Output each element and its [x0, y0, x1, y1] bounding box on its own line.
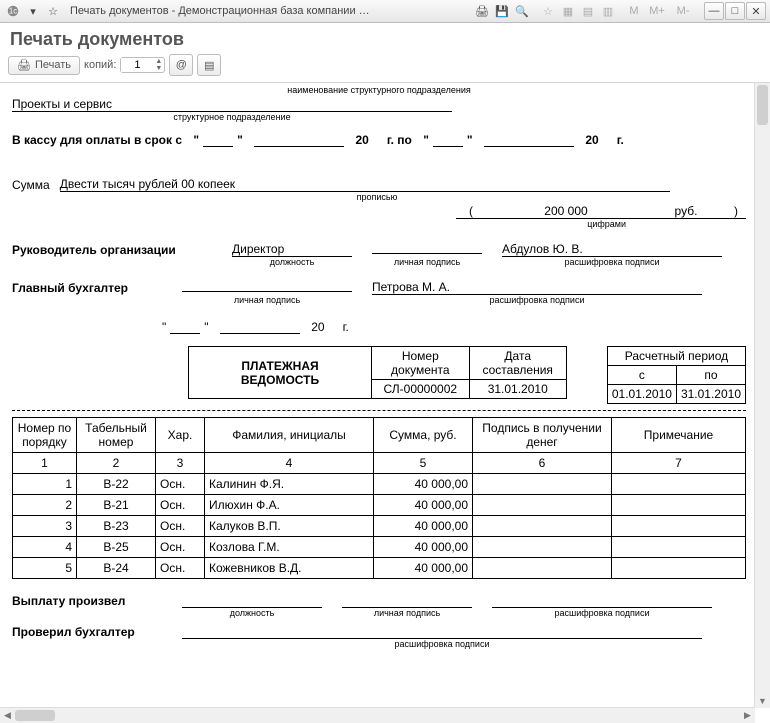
- head-label: Руководитель организации: [12, 243, 212, 257]
- table-row: 1В-22Осн.Калинин Ф.Я.40 000,00: [13, 474, 746, 495]
- divider: [12, 410, 746, 411]
- mem-mminus-icon[interactable]: M-: [671, 2, 695, 20]
- subdivision-caption: наименование структурного подразделения: [12, 85, 746, 95]
- print-button-label: Печать: [35, 59, 71, 71]
- table-row: 4В-25Осн.Козлова Г.М.40 000,00: [13, 537, 746, 558]
- favorite-icon[interactable]: ☆: [539, 2, 557, 20]
- head-name: Абдулов Ю. В.: [502, 242, 722, 257]
- chief-acc-sign: [182, 277, 352, 292]
- vertical-scrollbar[interactable]: ▲ ▼: [754, 83, 770, 708]
- table-row: 3В-23Осн.Калуков В.П.40 000,00: [13, 516, 746, 537]
- chief-acc-name: Петрова М. А.: [372, 280, 702, 295]
- layout-icon: ▤: [204, 59, 214, 72]
- scroll-left-icon[interactable]: ◀: [0, 708, 15, 723]
- close-button[interactable]: ✕: [746, 2, 766, 20]
- payment-prefix: В кассу для оплаты в срок с: [12, 133, 182, 147]
- print-button[interactable]: 🖨 Печать: [8, 56, 80, 75]
- doc-date: 31.01.2010: [469, 380, 566, 399]
- project-caption: структурное подразделение: [12, 112, 452, 122]
- grid2-icon[interactable]: ▤: [579, 2, 597, 20]
- minimize-button[interactable]: —: [704, 2, 724, 20]
- template-button[interactable]: @: [169, 54, 193, 76]
- save-icon[interactable]: 💾: [493, 2, 511, 20]
- calc-icon[interactable]: ▥: [599, 2, 617, 20]
- table-row: 2В-21Осн.Илюхин Ф.А.40 000,00: [13, 495, 746, 516]
- sum-digits: 200 000: [486, 204, 646, 219]
- paid-label: Выплату произвел: [12, 594, 162, 608]
- page-title: Печать документов: [0, 23, 770, 52]
- window-title: Печать документов - Демонстрационная баз…: [70, 5, 370, 17]
- payroll-table: Номер по порядку Табельный номер Хар. Фа…: [12, 417, 746, 579]
- head-sign: [372, 239, 482, 254]
- printer-icon: 🖨: [17, 59, 31, 72]
- copies-label: копий:: [84, 59, 116, 71]
- head-job: Директор: [232, 242, 352, 257]
- sum-label: Сумма: [12, 178, 50, 192]
- checked-label: Проверил бухгалтер: [12, 625, 162, 639]
- copies-input[interactable]: [121, 58, 153, 72]
- digits-caption: цифрами: [12, 219, 746, 229]
- maximize-button[interactable]: □: [725, 2, 745, 20]
- print-icon[interactable]: 🖨: [473, 2, 491, 20]
- settings-button[interactable]: ▤: [197, 54, 221, 76]
- scroll-thumb-horizontal[interactable]: [15, 710, 55, 721]
- horizontal-scrollbar[interactable]: ◀ ▶: [0, 707, 755, 723]
- period-from: 01.01.2010: [607, 385, 676, 404]
- project-line: Проекты и сервис: [12, 97, 452, 112]
- dropdown-icon[interactable]: ▾: [24, 2, 42, 20]
- mem-mplus-icon[interactable]: M+: [645, 2, 669, 20]
- mem-m-icon[interactable]: M: [625, 2, 643, 20]
- scroll-right-icon[interactable]: ▶: [740, 708, 755, 723]
- period-table: Расчетный период с по 01.01.2010 31.01.2…: [607, 346, 746, 404]
- svg-text:1c: 1c: [9, 7, 17, 16]
- star-icon[interactable]: ☆: [44, 2, 62, 20]
- window-titlebar: 1c ▾ ☆ Печать документов - Демонстрацион…: [0, 0, 770, 23]
- doc-stamp-table: ПЛАТЕЖНАЯ ВЕДОМОСТЬ Номер документа Дата…: [188, 346, 567, 399]
- sum-words-caption: прописью: [72, 192, 682, 202]
- period-to: 31.01.2010: [676, 385, 745, 404]
- spin-up-icon[interactable]: ▲: [153, 58, 164, 65]
- scroll-thumb-vertical[interactable]: [757, 85, 768, 125]
- document-viewport: наименование структурного подразделения …: [0, 83, 770, 723]
- spin-down-icon[interactable]: ▼: [153, 65, 164, 72]
- doc-number: СЛ-00000002: [372, 380, 470, 399]
- app-icon: 1c: [4, 2, 22, 20]
- at-icon: @: [176, 59, 187, 71]
- table-row: 5В-24Осн.Кожевников В.Д.40 000,00: [13, 558, 746, 579]
- document-body: наименование структурного подразделения …: [0, 83, 770, 659]
- toolbar: 🖨 Печать копий: ▲ ▼ @ ▤: [0, 52, 770, 83]
- payment-period-line: В кассу для оплаты в срок с " " 20 г. по…: [12, 132, 746, 147]
- grid1-icon[interactable]: ▦: [559, 2, 577, 20]
- stamp-title: ПЛАТЕЖНАЯ ВЕДОМОСТЬ: [189, 347, 372, 399]
- copies-stepper[interactable]: ▲ ▼: [120, 57, 165, 73]
- preview-icon[interactable]: 🔍: [513, 2, 531, 20]
- scroll-down-icon[interactable]: ▼: [755, 693, 770, 708]
- sum-words: Двести тысяч рублей 00 копеек: [60, 177, 670, 192]
- chief-acc-label: Главный бухгалтер: [12, 281, 162, 295]
